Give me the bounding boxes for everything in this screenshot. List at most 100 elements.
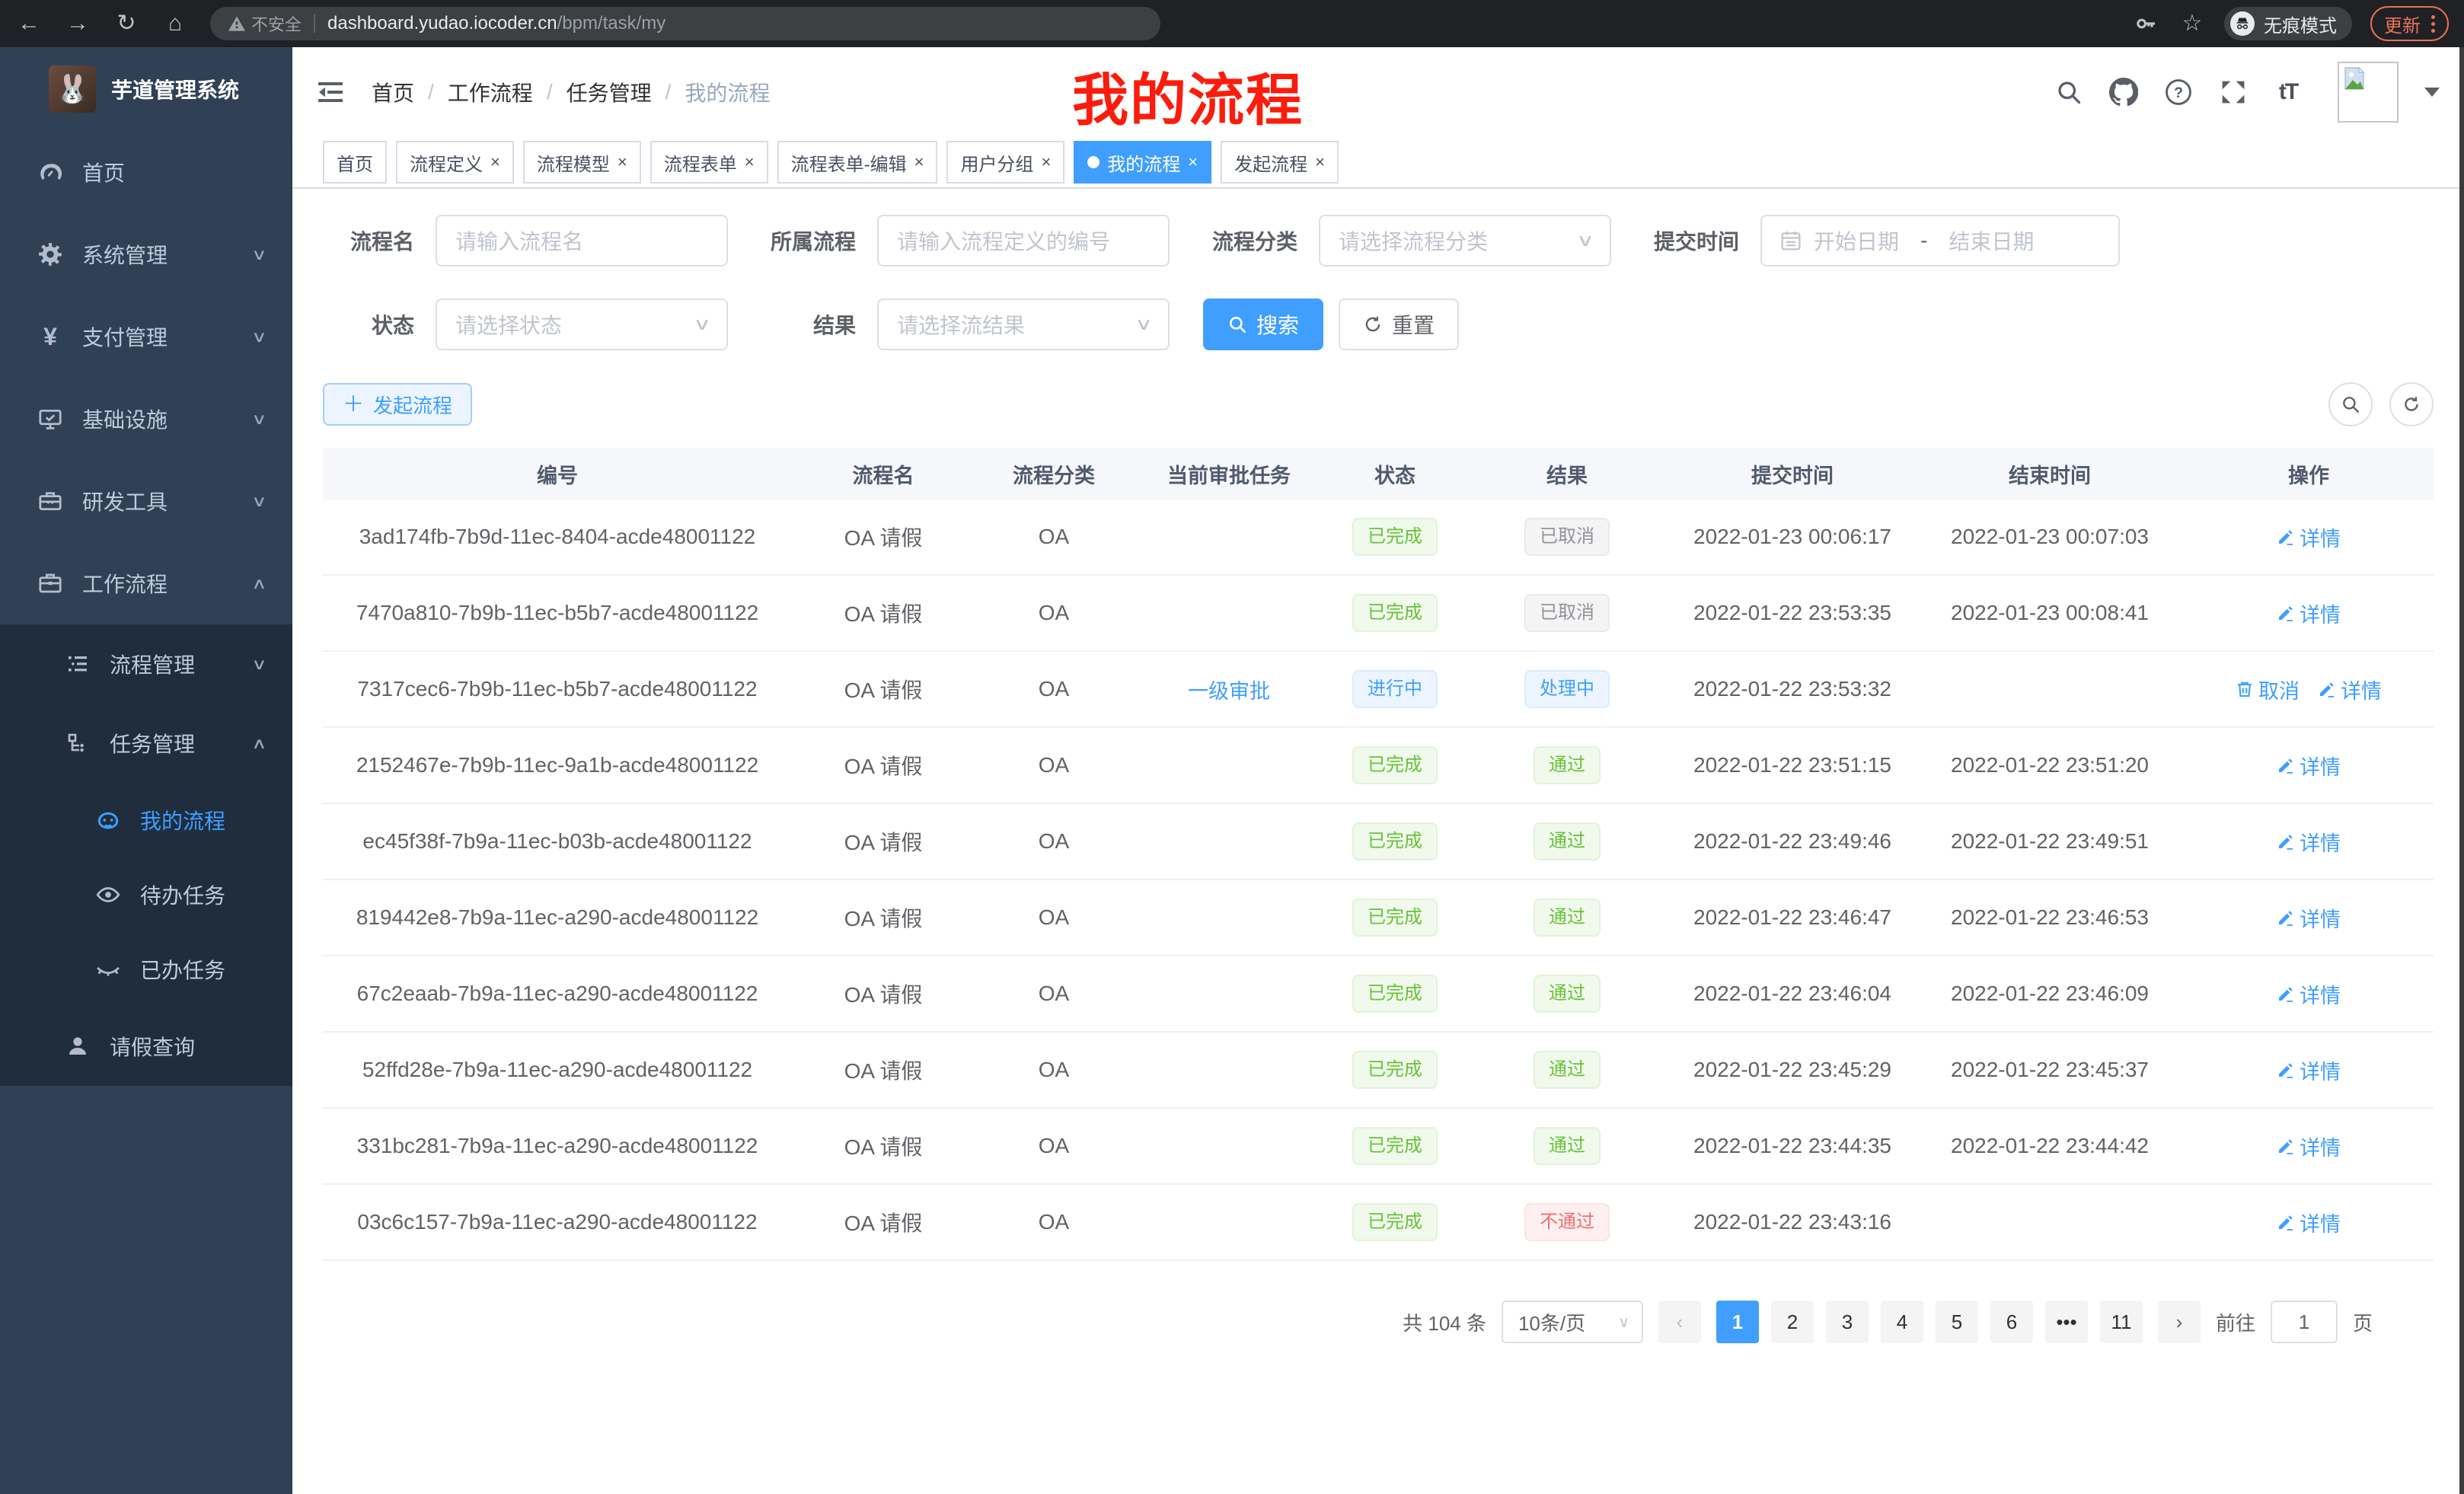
detail-link[interactable]: 详情 <box>2277 1208 2341 1237</box>
search-icon[interactable] <box>2054 78 2083 107</box>
detail-link[interactable]: 详情 <box>2277 1055 2341 1085</box>
refresh-table-button[interactable] <box>2389 382 2434 426</box>
sidebar-item-leave-query[interactable]: 请假查询 <box>0 1007 292 1086</box>
breadcrumb-task-mgmt[interactable]: 任务管理 <box>567 77 652 107</box>
breadcrumb: 首页 / 工作流程 / 任务管理 / 我的流程 <box>372 77 770 107</box>
detail-link[interactable]: 详情 <box>2277 827 2341 857</box>
address-bar[interactable]: 不安全 dashboard.yudao.iocoder.cn/bpm/task/… <box>210 7 1160 40</box>
task-link[interactable]: 一级审批 <box>1188 675 1270 704</box>
show-search-button[interactable] <box>2328 382 2373 426</box>
page-size-select[interactable]: 10条/页 ∨ <box>1502 1301 1643 1343</box>
not-secure-warning[interactable]: 不安全 <box>228 11 302 36</box>
cell-status: 已完成 <box>1325 956 1465 1032</box>
broken-image-icon <box>2342 66 2367 91</box>
jump-page-input[interactable]: 1 <box>2271 1301 2338 1343</box>
reload-icon[interactable]: ↻ <box>113 12 140 35</box>
breadcrumb-home[interactable]: 首页 <box>372 77 414 107</box>
page-button-11[interactable]: 11 <box>2100 1301 2143 1343</box>
fullscreen-icon[interactable] <box>2219 78 2248 107</box>
home-icon[interactable]: ⌂ <box>161 12 189 35</box>
tab-1[interactable]: 流程定义× <box>396 141 514 184</box>
forward-icon[interactable]: → <box>64 12 91 35</box>
detail-link[interactable]: 详情 <box>2277 599 2341 628</box>
status-select[interactable]: 请选择状态∨ <box>436 298 728 350</box>
app-logo[interactable]: 🐰 芋道管理系统 <box>0 47 292 131</box>
browser-menu-icon[interactable] <box>2431 15 2435 33</box>
close-icon[interactable]: × <box>490 154 500 171</box>
filter-result-label: 结果 <box>743 309 856 340</box>
parent-process-input[interactable]: 请输入流程定义的编号 <box>877 215 1170 267</box>
table-row: 7470a810-7b9b-11ec-b5b7-acde48001122OA 请… <box>323 575 2434 651</box>
cell-category: OA <box>975 879 1133 956</box>
page-button-5[interactable]: 5 <box>1936 1301 1978 1343</box>
close-icon[interactable]: × <box>618 154 627 171</box>
page-button-1[interactable]: 1 <box>1716 1301 1759 1343</box>
page-button-•••[interactable]: ••• <box>2045 1301 2088 1343</box>
chevron-down-icon: ∨ <box>1618 1313 1629 1332</box>
browser-update-button[interactable]: 更新 <box>2370 6 2449 41</box>
sidebar-item-task-mgmt[interactable]: 任务管理 ∧ <box>0 704 292 783</box>
search-button[interactable]: 搜索 <box>1203 298 1323 350</box>
sidebar-item-devtools[interactable]: 研发工具 ∨ <box>0 460 292 542</box>
back-icon[interactable]: ← <box>15 12 43 35</box>
sidebar-item-payment[interactable]: ¥ 支付管理 ∨ <box>0 295 292 378</box>
sidebar-item-done-tasks[interactable]: 已办任务 <box>0 932 292 1007</box>
next-page-button[interactable]: › <box>2158 1301 2201 1343</box>
sidebar-item-home[interactable]: 首页 <box>0 131 292 213</box>
sidebar-item-todo-tasks[interactable]: 待办任务 <box>0 857 292 932</box>
font-size-icon[interactable]: tT <box>2274 78 2303 107</box>
result-select[interactable]: 请选择流结果∨ <box>877 298 1170 350</box>
cell-result: 通过 <box>1465 803 1669 879</box>
tab-5[interactable]: 用户分组× <box>946 141 1064 184</box>
tab-7[interactable]: 发起流程× <box>1221 141 1339 184</box>
avatar-caret-icon[interactable] <box>2424 88 2440 104</box>
sidebar-item-infra[interactable]: 基础设施 ∨ <box>0 378 292 460</box>
tree-icon <box>64 731 91 755</box>
start-process-button[interactable]: ＋ 发起流程 <box>323 383 472 426</box>
reset-button[interactable]: 重置 <box>1339 298 1459 350</box>
submit-time-range-picker[interactable]: 开始日期 - 结束日期 <box>1760 215 2120 267</box>
sidebar-item-workflow[interactable]: 工作流程 ∧ <box>0 542 292 624</box>
page-button-3[interactable]: 3 <box>1826 1301 1869 1343</box>
table-row: 3ad174fb-7b9d-11ec-8404-acde48001122OA 请… <box>323 500 2434 575</box>
cell-process-name: OA 请假 <box>792 1184 975 1260</box>
sidebar-item-my-process[interactable]: 我的流程 <box>0 783 292 857</box>
close-icon[interactable]: × <box>1188 154 1198 171</box>
sidebar-item-process-mgmt[interactable]: 流程管理 ∨ <box>0 624 292 704</box>
page-button-6[interactable]: 6 <box>1990 1301 2033 1343</box>
page-button-4[interactable]: 4 <box>1881 1301 1923 1343</box>
detail-link[interactable]: 详情 <box>2318 675 2382 704</box>
detail-link[interactable]: 详情 <box>2277 903 2341 933</box>
close-icon[interactable]: × <box>1315 154 1325 171</box>
detail-link[interactable]: 详情 <box>2277 1132 2341 1161</box>
process-name-input[interactable]: 请输入流程名 <box>436 215 728 267</box>
password-key-icon[interactable] <box>2131 9 2160 38</box>
avatar[interactable] <box>2338 62 2399 123</box>
cell-submit-time: 2022-01-22 23:53:32 <box>1669 651 1916 727</box>
cancel-link[interactable]: 取消 <box>2236 675 2300 704</box>
chevron-down-icon: ∨ <box>251 327 267 346</box>
tab-4[interactable]: 流程表单-编辑× <box>777 141 938 184</box>
detail-link[interactable]: 详情 <box>2277 751 2341 781</box>
window-scrollbar[interactable] <box>2459 47 2464 1494</box>
category-select[interactable]: 请选择流程分类∨ <box>1319 215 1611 267</box>
tab-0[interactable]: 首页 <box>323 141 387 184</box>
prev-page-button[interactable]: ‹ <box>1658 1301 1701 1343</box>
detail-link[interactable]: 详情 <box>2277 522 2341 552</box>
tab-2[interactable]: 流程模型× <box>523 141 641 184</box>
detail-link[interactable]: 详情 <box>2277 979 2341 1009</box>
yen-icon: ¥ <box>37 323 64 351</box>
close-icon[interactable]: × <box>1041 154 1051 171</box>
close-icon[interactable]: × <box>914 154 924 171</box>
breadcrumb-workflow[interactable]: 工作流程 <box>448 77 533 107</box>
sidebar-item-system[interactable]: 系统管理 ∨ <box>0 213 292 295</box>
tab-3[interactable]: 流程表单× <box>650 141 768 184</box>
table-row: 03c6c157-7b9a-11ec-a290-acde48001122OA 请… <box>323 1184 2434 1260</box>
help-icon[interactable]: ? <box>2164 78 2193 107</box>
sidebar-fold-icon[interactable] <box>317 78 344 106</box>
close-icon[interactable]: × <box>745 154 755 171</box>
bookmark-star-icon[interactable]: ☆ <box>2178 12 2206 35</box>
tab-6[interactable]: 我的流程× <box>1074 141 1211 184</box>
github-icon[interactable] <box>2109 78 2138 107</box>
page-button-2[interactable]: 2 <box>1771 1301 1814 1343</box>
